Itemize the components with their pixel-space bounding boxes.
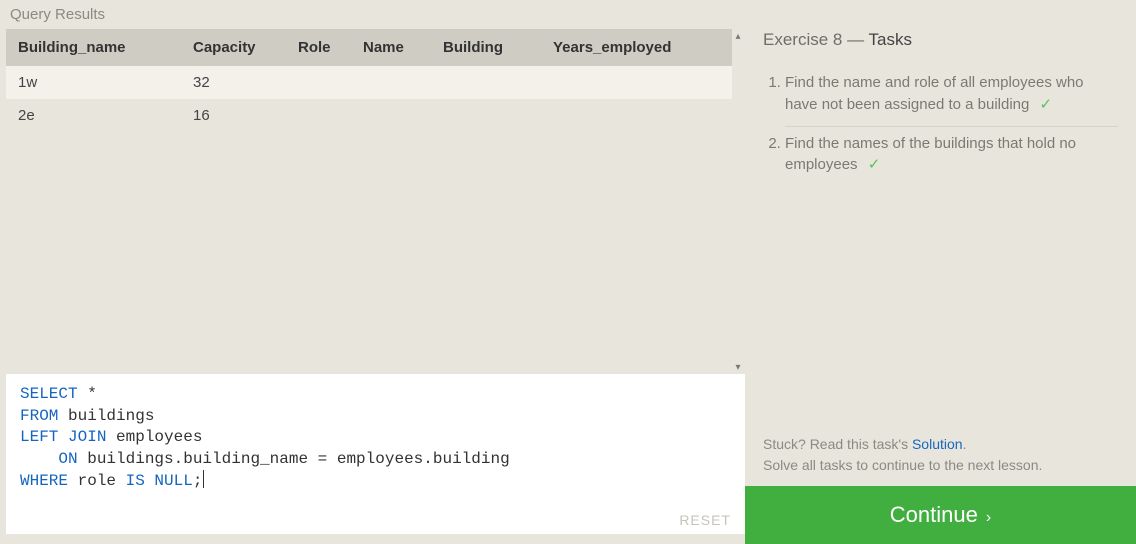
col-header: Name <box>351 29 431 66</box>
hint-text: Stuck? Read this task's Solution. Solve … <box>763 434 1118 476</box>
cell: 16 <box>181 99 286 132</box>
hint-suffix: . <box>963 436 967 452</box>
check-icon: ✓ <box>868 156 881 173</box>
table-row: 1w 32 <box>6 66 732 99</box>
hint-prefix: Stuck? Read this task's <box>763 436 912 452</box>
cell: 1w <box>6 66 181 99</box>
cell <box>286 66 351 99</box>
check-icon: ✓ <box>1040 96 1053 113</box>
col-header: Building <box>431 29 541 66</box>
results-scrollbar[interactable]: ▴ ▾ <box>731 29 745 374</box>
hint-line2: Solve all tasks to continue to the next … <box>763 457 1042 473</box>
col-header: Years_employed <box>541 29 732 66</box>
continue-label: Continue <box>890 502 978 527</box>
text-cursor <box>203 470 204 488</box>
exercise-word: Tasks <box>869 30 912 49</box>
table-row: 2e 16 <box>6 99 732 132</box>
cell <box>431 66 541 99</box>
sql-editor[interactable]: SELECT * FROM buildings LEFT JOIN employ… <box>6 374 745 534</box>
col-header: Role <box>286 29 351 66</box>
task-text: Find the name and role of all employees … <box>785 74 1084 113</box>
cell <box>431 99 541 132</box>
scroll-up-icon[interactable]: ▴ <box>731 29 745 43</box>
chevron-right-icon: › <box>986 509 991 526</box>
cell: 32 <box>181 66 286 99</box>
cell <box>541 66 732 99</box>
exercise-title: Exercise 8 — Tasks <box>763 30 1118 50</box>
task-item: Find the names of the buildings that hol… <box>785 127 1118 187</box>
cell <box>351 99 431 132</box>
exercise-prefix: Exercise 8 — <box>763 30 869 49</box>
reset-button[interactable]: RESET <box>20 496 731 528</box>
cell <box>541 99 732 132</box>
cell: 2e <box>6 99 181 132</box>
continue-button[interactable]: Continue › <box>745 486 1136 544</box>
task-item: Find the name and role of all employees … <box>785 66 1118 127</box>
col-header: Building_name <box>6 29 181 66</box>
query-results-title: Query Results <box>10 6 745 23</box>
scroll-down-icon[interactable]: ▾ <box>731 360 745 374</box>
cell <box>351 66 431 99</box>
table-header-row: Building_name Capacity Role Name Buildin… <box>6 29 732 66</box>
sql-code[interactable]: SELECT * FROM buildings LEFT JOIN employ… <box>20 384 731 493</box>
right-pane: Exercise 8 — Tasks Find the name and rol… <box>745 0 1136 544</box>
solution-link[interactable]: Solution <box>912 436 963 452</box>
task-text: Find the names of the buildings that hol… <box>785 135 1076 174</box>
cell <box>286 99 351 132</box>
task-list: Find the name and role of all employees … <box>763 66 1118 186</box>
left-pane: Query Results Building_name Capacity Rol… <box>0 0 745 544</box>
results-area: Building_name Capacity Role Name Buildin… <box>6 29 745 374</box>
col-header: Capacity <box>181 29 286 66</box>
results-table: Building_name Capacity Role Name Buildin… <box>6 29 732 132</box>
